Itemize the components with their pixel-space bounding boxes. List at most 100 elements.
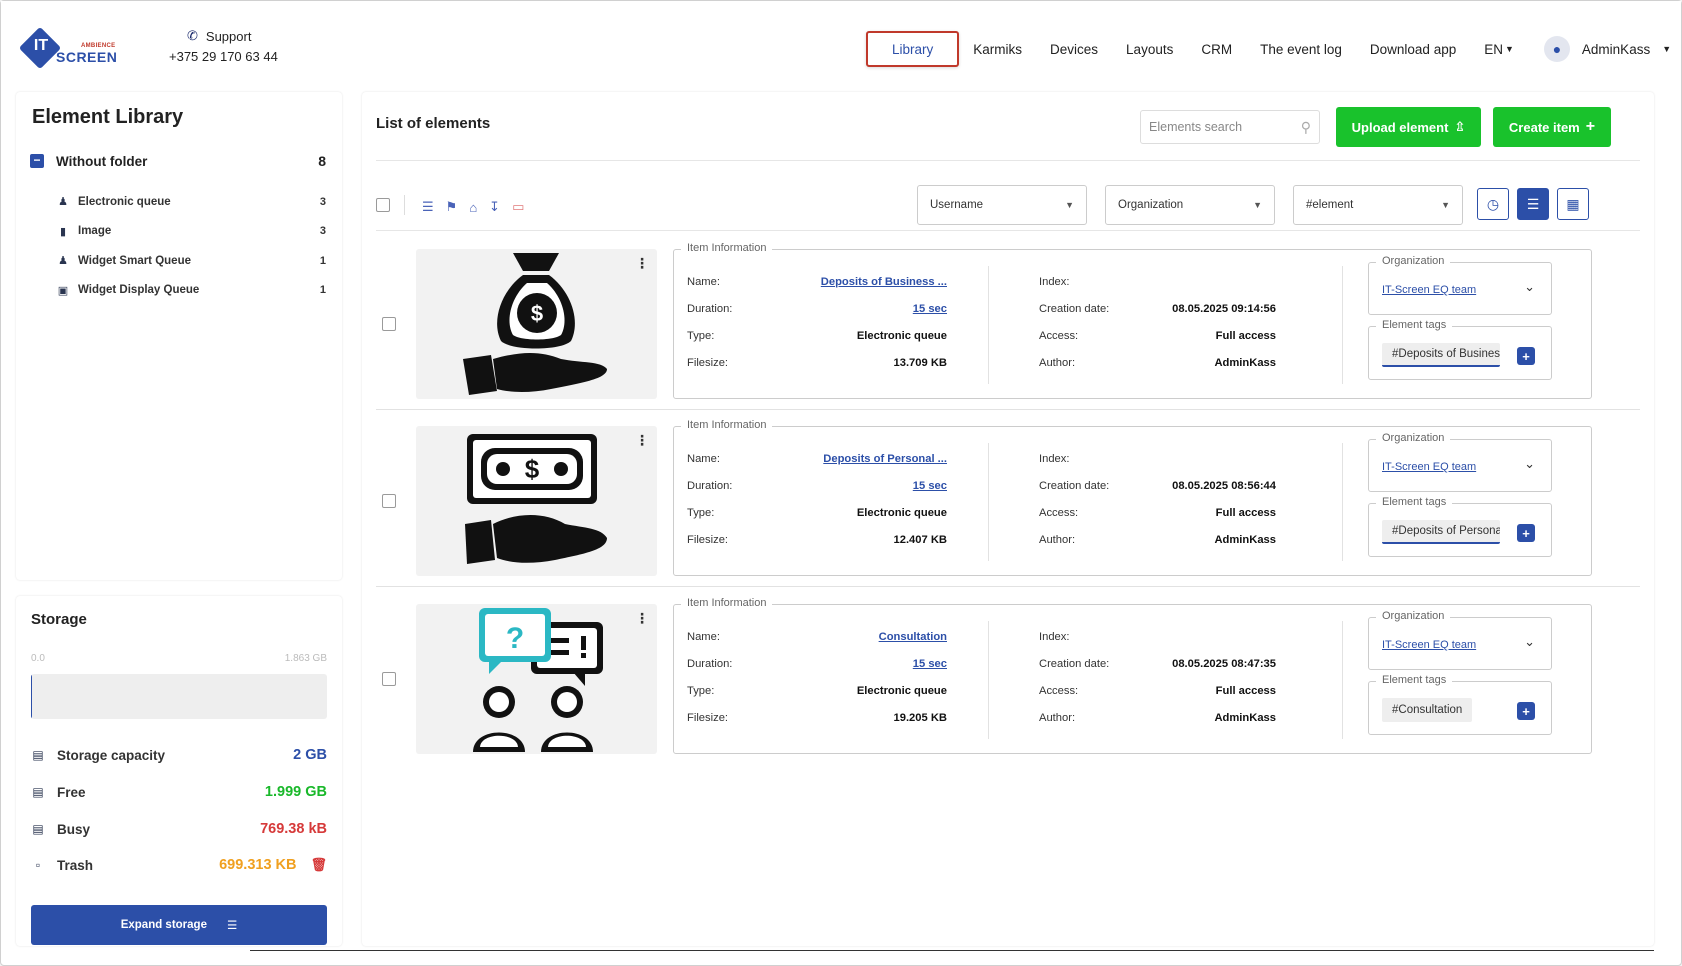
tag-filter[interactable]: #element ▼ xyxy=(1293,185,1463,225)
field-label: Name: xyxy=(687,631,720,643)
app-window: IT AMBIENCE SCREEN ✆ Support +375 29 170… xyxy=(0,0,1682,966)
field-label: Type: xyxy=(687,330,715,342)
collapse-icon[interactable]: − xyxy=(30,154,44,168)
add-tag-button[interactable]: + xyxy=(1517,524,1535,542)
field-type: Type: Electronic queue xyxy=(687,330,947,342)
element-name-link[interactable]: Deposits of Personal ... xyxy=(823,453,947,465)
library-title: Element Library xyxy=(32,106,184,128)
folder-without-folder[interactable]: − Without folder 8 xyxy=(30,153,326,169)
username-filter[interactable]: Username ▼ xyxy=(917,185,1087,225)
element-duration-link[interactable]: 15 sec xyxy=(913,658,947,670)
field-label: Index: xyxy=(1039,631,1070,643)
recent-view-button[interactable]: ◷ xyxy=(1477,188,1509,220)
element-thumbnail[interactable]: $ ⋮ xyxy=(416,426,657,576)
element-duration-link[interactable]: 15 sec xyxy=(913,303,947,315)
divider xyxy=(376,160,1640,161)
logo[interactable]: IT AMBIENCE SCREEN xyxy=(18,26,123,70)
add-tag-button[interactable]: + xyxy=(1517,702,1535,720)
organization-link[interactable]: IT-Screen EQ team xyxy=(1382,284,1476,296)
more-options-icon[interactable]: ⋮ xyxy=(635,611,649,625)
element-checkbox[interactable] xyxy=(382,317,396,331)
nav-crm[interactable]: CRM xyxy=(1187,31,1246,67)
create-item-button[interactable]: Create item + xyxy=(1493,107,1611,147)
nav-download-app[interactable]: Download app xyxy=(1356,31,1470,67)
element-checkbox[interactable] xyxy=(382,672,396,686)
list-view-icon: ☰ xyxy=(1526,195,1540,212)
field-name: Name: Deposits of Personal ... xyxy=(687,453,947,465)
elements-search[interactable]: ⚲ xyxy=(1140,110,1320,144)
field-label: Author: xyxy=(1039,534,1076,546)
field-label: Access: xyxy=(1039,685,1079,697)
divider xyxy=(376,230,1640,231)
element-thumbnail[interactable]: ? ⋮ xyxy=(416,604,657,754)
organization-select[interactable]: Organization IT-Screen EQ team ⌄ xyxy=(1368,432,1552,492)
bank-icon[interactable]: ⌂ xyxy=(469,200,477,215)
user-menu[interactable]: ● AdminKass ▼ xyxy=(1528,31,1682,67)
element-checkbox[interactable] xyxy=(382,494,396,508)
tag-chip[interactable]: #Deposits of Persona xyxy=(1382,520,1500,544)
nav-karmiks[interactable]: Karmiks xyxy=(959,31,1036,67)
avatar: ● xyxy=(1543,36,1570,62)
field-label: Name: xyxy=(687,276,720,288)
tag-chip[interactable]: #Consultation xyxy=(1382,698,1473,722)
chevron-down-icon[interactable]: ⌄ xyxy=(1524,634,1535,650)
expand-storage-button[interactable]: Expand storage ☰ xyxy=(31,905,327,945)
element-name-link[interactable]: Consultation xyxy=(879,631,947,643)
library-item-electronic-queue[interactable]: ♟ Electronic queue 3 xyxy=(56,187,326,217)
tag-icon[interactable]: ⚑ xyxy=(446,199,458,215)
more-options-icon[interactable]: ⋮ xyxy=(635,433,649,447)
empty-trash-icon[interactable]: 🗑 xyxy=(310,857,327,873)
organization-link[interactable]: IT-Screen EQ team xyxy=(1382,639,1476,651)
svg-text:?: ? xyxy=(506,622,524,655)
field-creation-date: Creation date: 08.05.2025 08:47:35 xyxy=(1039,658,1276,670)
nav-layouts[interactable]: Layouts xyxy=(1112,31,1187,67)
element-tags-legend: Element tags xyxy=(1376,674,1453,686)
organization-filter[interactable]: Organization ▼ xyxy=(1105,185,1275,225)
search-input[interactable] xyxy=(1149,120,1289,134)
upload-element-button[interactable]: Upload element ⇫ xyxy=(1336,107,1481,147)
library-item-widget-display-queue[interactable]: ▣ Widget Display Queue 1 xyxy=(56,276,326,306)
element-access: Full access xyxy=(1215,507,1276,519)
field-type: Type: Electronic queue xyxy=(687,507,947,519)
element-duration-link[interactable]: 15 sec xyxy=(913,480,947,492)
library-item-count: 3 xyxy=(319,195,326,208)
svg-text:$: $ xyxy=(525,454,540,484)
nav-event-log[interactable]: The event log xyxy=(1246,31,1356,67)
more-options-icon[interactable]: ⋮ xyxy=(635,256,649,270)
support-phone[interactable]: +375 29 170 63 44 xyxy=(169,49,278,64)
list-icon[interactable]: ☰ xyxy=(422,199,434,215)
nav-devices[interactable]: Devices xyxy=(1036,31,1112,67)
search-icon[interactable]: ⚲ xyxy=(1301,119,1311,136)
nav-library[interactable]: Library xyxy=(866,31,960,67)
chevron-down-icon[interactable]: ⌄ xyxy=(1524,279,1535,295)
select-all-checkbox[interactable] xyxy=(376,198,390,212)
tag-chip[interactable]: #Deposits of Busines xyxy=(1382,343,1500,367)
trash-icon: ▫ xyxy=(35,858,41,872)
add-tag-button[interactable]: + xyxy=(1517,347,1535,365)
bottom-scrollbar[interactable] xyxy=(250,950,1654,951)
column-separator xyxy=(1342,443,1343,561)
field-label: Filesize: xyxy=(687,357,729,369)
organization-select[interactable]: Organization IT-Screen EQ team ⌄ xyxy=(1368,255,1552,315)
field-filesize: Filesize: 12.407 KB xyxy=(687,534,947,546)
download-icon[interactable]: ↧ xyxy=(489,199,500,215)
column-separator xyxy=(1342,266,1343,384)
list-toolbar: ☰ ⚑ ⌂ ↧ ▭ Username ▼ Organization ▼ #ele… xyxy=(376,185,1640,225)
grid-view-button[interactable]: ▦ xyxy=(1557,188,1589,220)
organization-select[interactable]: Organization IT-Screen EQ team ⌄ xyxy=(1368,610,1552,670)
storage-min: 0.0 xyxy=(31,653,45,664)
organization-link[interactable]: IT-Screen EQ team xyxy=(1382,461,1476,473)
chevron-down-icon[interactable]: ⌄ xyxy=(1524,456,1535,472)
delete-icon[interactable]: ▭ xyxy=(512,199,524,215)
library-item-widget-smart-queue[interactable]: ♟ Widget Smart Queue 1 xyxy=(56,246,326,276)
library-item-image[interactable]: ▮ Image 3 xyxy=(56,217,326,247)
storage-title: Storage xyxy=(31,611,87,628)
language-selector[interactable]: EN ▼ xyxy=(1470,31,1528,67)
library-item-label: Electronic queue xyxy=(78,195,171,208)
item-information: Item Information Name: Deposits of Person… xyxy=(673,419,1592,576)
list-view-button[interactable]: ☰ xyxy=(1517,188,1549,220)
file-icon: ▮ xyxy=(59,225,67,238)
element-thumbnail[interactable]: $ ⋮ xyxy=(416,249,657,399)
element-name-link[interactable]: Deposits of Business ... xyxy=(821,276,947,288)
phone-icon: ✆ xyxy=(187,28,198,43)
